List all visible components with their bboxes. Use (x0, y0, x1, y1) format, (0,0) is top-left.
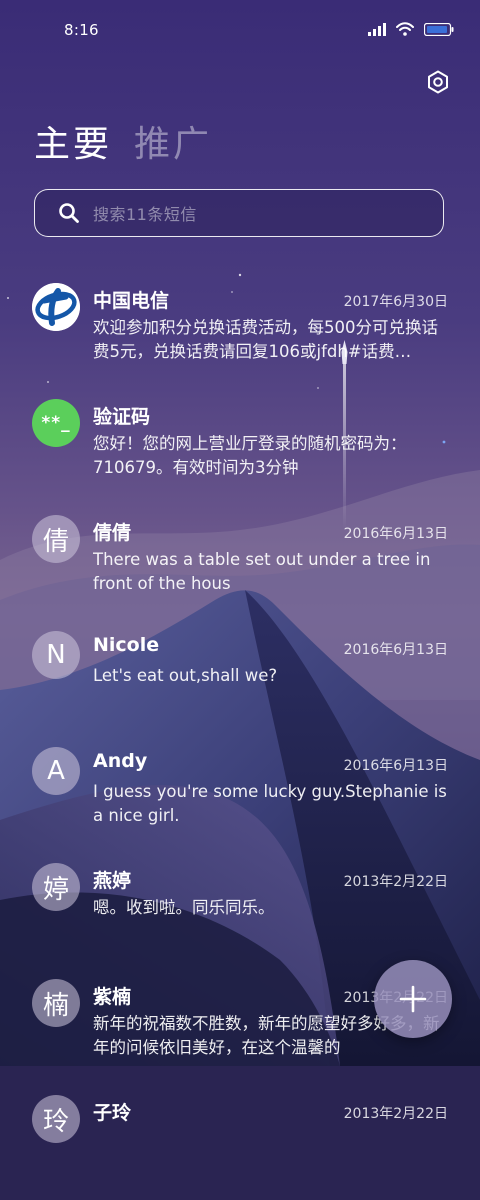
message-preview: 欢迎参加积分兑换话费活动，每500分可兑换话费5元，兑换话费请回复106或jfd… (93, 318, 438, 361)
search-input[interactable]: 搜索11条短信 (34, 189, 444, 237)
message-preview: There was a table set out under a tree i… (93, 550, 431, 593)
message-sender: 燕婷 (93, 870, 132, 892)
plus-icon (399, 985, 427, 1013)
message-date: 2016年6月13日 (343, 642, 448, 658)
message-sender: 倩倩 (93, 522, 132, 544)
avatar: A (32, 747, 80, 795)
message-item[interactable]: 中国电信 2017年6月30日 欢迎参加积分兑换话费活动，每500分可兑换话费5… (0, 272, 480, 388)
message-preview: 嗯。收到啦。同乐同乐。 (93, 898, 275, 917)
avatar: 玲 (32, 1095, 80, 1143)
new-message-button[interactable] (374, 960, 452, 1038)
search-icon (59, 203, 79, 223)
message-date: 2017年6月30日 (343, 294, 448, 310)
verification-code-avatar: **_ (32, 399, 80, 447)
status-icons (368, 22, 454, 36)
message-preview: 您好！您的网上营业厅登录的随机密码为：710679。有效时间为3分钟 (93, 434, 407, 477)
avatar: 楠 (32, 979, 80, 1027)
tab-promotions[interactable]: 推广 (134, 122, 212, 168)
status-time: 8:16 (64, 21, 99, 39)
message-date: 2013年2月22日 (343, 874, 448, 890)
message-sender: 紫楠 (93, 986, 132, 1008)
message-preview: I guess you're some lucky guy.Stephanie … (93, 782, 447, 825)
message-list: 中国电信 2017年6月30日 欢迎参加积分兑换话费活动，每500分可兑换话费5… (0, 272, 480, 1200)
message-item[interactable]: 倩 倩倩 2016年6月13日 There was a table set ou… (0, 504, 480, 620)
message-date: 2016年6月13日 (343, 526, 448, 542)
search-placeholder: 搜索11条短信 (93, 205, 197, 224)
message-sender: Nicole (93, 634, 160, 656)
signal-icon (368, 22, 386, 36)
message-sender: 中国电信 (93, 290, 170, 312)
message-item[interactable]: N Nicole 2016年6月13日 Let's eat out,shall … (0, 620, 480, 736)
message-preview: Let's eat out,shall we? (93, 666, 278, 685)
settings-icon (428, 70, 448, 94)
china-telecom-logo-avatar (32, 283, 80, 331)
avatar: 倩 (32, 515, 80, 563)
message-date: 2016年6月13日 (343, 758, 448, 774)
message-sender: Andy (93, 750, 148, 772)
message-item[interactable]: 玲 子玲 2013年2月22日 (0, 1084, 480, 1200)
message-item[interactable]: A Andy 2016年6月13日 I guess you're some lu… (0, 736, 480, 852)
settings-button[interactable] (426, 70, 450, 94)
wifi-icon (396, 22, 414, 36)
message-date: 2013年2月22日 (343, 1106, 448, 1122)
message-item[interactable]: **_ 验证码 您好！您的网上营业厅登录的随机密码为：710679。有效时间为3… (0, 388, 480, 504)
tab-primary[interactable]: 主要 (34, 122, 112, 168)
message-item[interactable]: 婷 燕婷 2013年2月22日 嗯。收到啦。同乐同乐。 (0, 852, 480, 968)
status-bar: 8:16 (0, 0, 480, 62)
tab-bar: 主要 推广 (34, 122, 212, 168)
china-telecom-logo-icon (32, 283, 80, 331)
message-sender: 验证码 (93, 406, 151, 428)
message-sender: 子玲 (93, 1102, 132, 1124)
battery-icon (424, 22, 454, 36)
avatar: N (32, 631, 80, 679)
avatar: 婷 (32, 863, 80, 911)
